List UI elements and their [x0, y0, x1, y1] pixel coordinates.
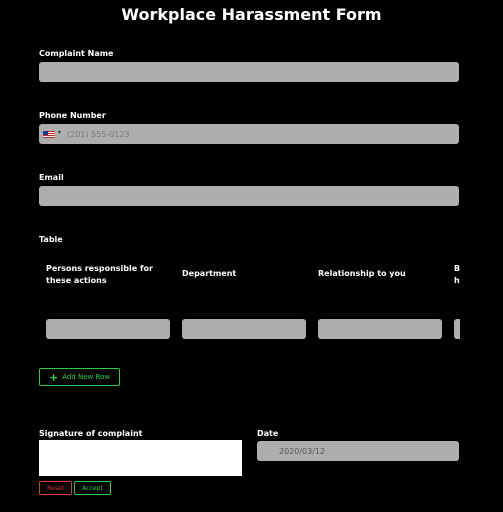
table-cell-persons[interactable]	[46, 319, 170, 339]
email-label: Email	[39, 173, 64, 182]
table-header-persons: Persons responsible for these actions	[46, 264, 153, 285]
table-header-relationship: Relationship to you	[318, 269, 406, 278]
signature-label: Signature of complaint	[39, 429, 143, 438]
table-header-department: Department	[182, 269, 237, 278]
date-input[interactable]: 2020/03/12	[257, 441, 459, 461]
phone-number-label: Phone Number	[39, 111, 106, 120]
table-cell-relationship[interactable]	[318, 319, 442, 339]
complaint-name-input[interactable]	[39, 62, 459, 82]
phone-number-input[interactable]: ▾ (201) 555-0123	[39, 124, 459, 144]
email-input[interactable]	[39, 186, 459, 206]
date-label: Date	[257, 429, 279, 438]
table-cell-department[interactable]	[182, 319, 306, 339]
date-value: 2020/03/12	[279, 447, 326, 456]
accept-button[interactable]: Accept	[74, 481, 111, 495]
plus-icon: +	[48, 370, 59, 384]
table-header-truncated: B h	[454, 264, 460, 285]
add-new-row-button[interactable]: + Add New Row	[39, 368, 120, 386]
complaint-name-label: Complaint Name	[39, 49, 114, 58]
caret-down-icon[interactable]: ▾	[58, 129, 61, 136]
signature-pad[interactable]	[39, 440, 242, 476]
us-flag-icon[interactable]	[43, 131, 55, 138]
form-title: Workplace Harassment Form	[121, 5, 382, 24]
phone-placeholder: (201) 555-0123	[67, 130, 130, 139]
reset-button[interactable]: Reset	[39, 481, 72, 495]
add-new-row-label: Add New Row	[62, 373, 111, 381]
table-cell-truncated[interactable]	[454, 319, 460, 339]
table-label: Table	[39, 235, 63, 244]
